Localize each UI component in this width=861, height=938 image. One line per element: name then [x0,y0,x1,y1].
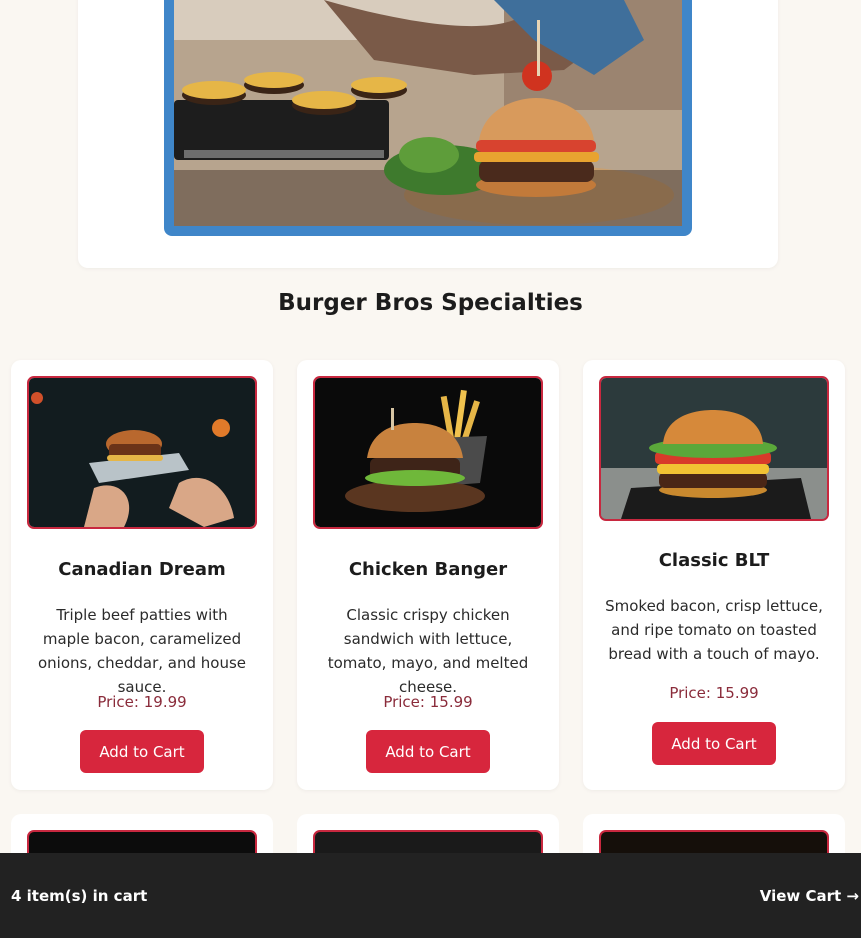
add-to-cart-button[interactable]: Add to Cart [366,730,490,773]
product-description: Triple beef patties with maple bacon, ca… [37,606,247,696]
product-image [599,376,829,521]
product-image [27,376,257,529]
section-title: Burger Bros Specialties [278,290,583,316]
product-price: Price: 15.99 [669,684,759,702]
product-name: Chicken Banger [348,559,508,580]
hero-card [78,0,778,268]
product-card-canadian-dream: Canadian Dream Triple beef patties with … [11,360,273,790]
product-card-chicken-banger: Chicken Banger Classic crispy chicken sa… [297,360,559,790]
product-price: Price: 15.99 [383,693,473,711]
product-card-classic-blt: Classic BLT Smoked bacon, crisp lettuce,… [583,360,845,790]
hero-image [174,0,682,226]
cart-count: 4 item(s) in cart [11,887,148,905]
classic-burger-illustration [601,378,827,519]
product-name: Canadian Dream [58,559,226,580]
product-name: Classic BLT [658,550,770,571]
hero-burger-illustration [174,0,682,226]
view-cart-link[interactable]: View Cart → [760,887,859,905]
add-to-cart-button[interactable]: Add to Cart [652,722,776,765]
burger-with-fries-illustration [315,378,541,527]
product-image [313,376,543,529]
hero-image-frame [164,0,692,236]
product-description: Smoked bacon, crisp lettuce, and ripe to… [605,597,823,663]
add-to-cart-button[interactable]: Add to Cart [80,730,204,773]
burger-in-hands-illustration [29,378,255,527]
product-description: Classic crispy chicken sandwich with let… [327,606,529,696]
product-price: Price: 19.99 [97,693,187,711]
cart-bar: 4 item(s) in cart View Cart → [0,853,861,938]
